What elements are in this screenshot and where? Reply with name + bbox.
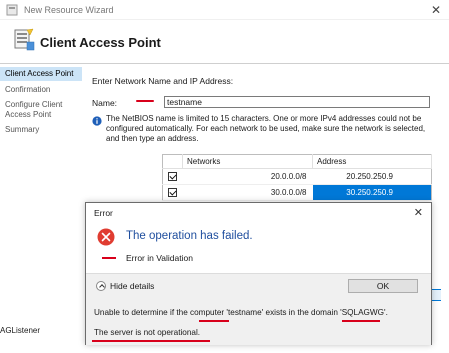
network-table: Networks Address 20.0.0.0/8 20.250.250.9… [162, 154, 432, 201]
error-dialog: Error ✕ The operation has failed. Error … [85, 202, 432, 345]
wizard-header: Client Access Point [0, 20, 449, 64]
checkbox-checked-icon[interactable] [168, 188, 178, 197]
name-label: Name: [92, 98, 118, 108]
nav-item-configure-client-access-point[interactable]: Configure Client Access Point [0, 99, 82, 121]
nav-item-client-access-point[interactable]: Client Access Point [0, 67, 82, 81]
error-icon [97, 228, 115, 246]
checkbox-checked-icon[interactable] [168, 172, 178, 181]
dialog-titlebar: Error ✕ [86, 203, 431, 221]
dialog-title: Error [94, 208, 113, 218]
info-icon [92, 116, 102, 126]
annotation-mark [199, 320, 229, 322]
chevron-up-icon[interactable] [96, 281, 106, 291]
page-title: Client Access Point [40, 35, 161, 50]
table-row: 30.0.0.0/8 30.250.250.9 [162, 184, 432, 201]
listener-name-text: AGListener [0, 326, 41, 335]
annotation-mark [102, 257, 116, 259]
network-cell: 20.0.0.0/8 [182, 168, 313, 185]
address-column-header[interactable]: Address [312, 154, 432, 169]
dialog-message-area: The operation has failed. Error in Valid… [86, 221, 431, 273]
window-title: New Resource Wizard [24, 5, 114, 15]
ok-button[interactable]: OK [348, 279, 418, 293]
error-subtext: Error in Validation [126, 253, 193, 263]
window-titlebar: New Resource Wizard ✕ [0, 0, 449, 20]
prompt-label: Enter Network Name and IP Address: [92, 76, 234, 86]
wizard-nav: Client Access Point Confirmation Configu… [0, 67, 82, 317]
address-cell[interactable]: 30.250.250.9 [312, 184, 432, 201]
table-row: 20.0.0.0/8 20.250.250.9 [162, 168, 432, 185]
error-detail-line: Unable to determine if the computer 'tes… [94, 308, 388, 317]
row-checkbox-cell [162, 184, 183, 201]
nav-item-confirmation[interactable]: Confirmation [0, 84, 82, 96]
annotation-mark [136, 100, 154, 102]
next-button-edge[interactable] [431, 289, 441, 301]
hide-details-label[interactable]: Hide details [110, 281, 154, 291]
name-input[interactable]: testname [164, 96, 430, 108]
address-cell[interactable]: 20.250.250.9 [312, 168, 432, 185]
info-text: The NetBIOS name is limited to 15 charac… [106, 114, 426, 143]
row-checkbox-cell [162, 168, 183, 185]
dialog-details-area: Hide details OK Unable to determine if t… [86, 273, 431, 345]
nav-item-summary[interactable]: Summary [0, 124, 82, 136]
annotation-mark [92, 340, 210, 342]
wizard-app-icon [6, 4, 18, 16]
error-heading: The operation has failed. [126, 230, 253, 242]
client-access-point-icon [14, 28, 35, 51]
close-icon[interactable]: ✕ [414, 206, 423, 219]
checkbox-column-header [162, 154, 183, 169]
annotation-mark [342, 320, 380, 322]
close-icon[interactable]: ✕ [431, 3, 441, 17]
error-detail-line: The server is not operational. [94, 328, 201, 337]
table-header-row: Networks Address [162, 154, 432, 169]
network-cell: 30.0.0.0/8 [182, 184, 313, 201]
networks-column-header[interactable]: Networks [182, 154, 313, 169]
